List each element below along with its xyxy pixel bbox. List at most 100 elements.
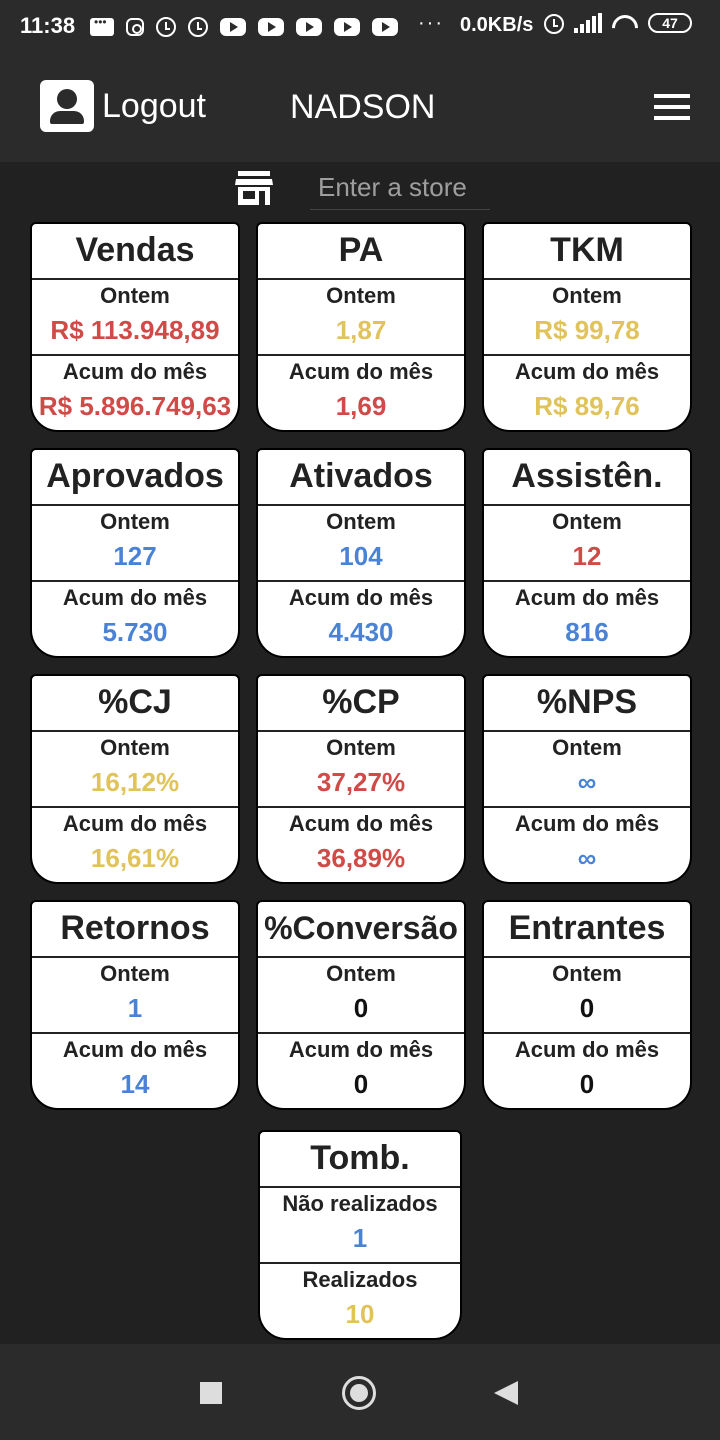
card-value-2: 1,69: [335, 391, 387, 421]
card-title: %CP: [258, 676, 464, 732]
card-label-1: Ontem: [552, 961, 622, 986]
card-value-2: 10: [345, 1299, 375, 1329]
card-label-2: Acum do mês: [258, 806, 464, 838]
card-value-1: 16,12%: [90, 767, 180, 797]
card-label-2: Acum do mês: [32, 354, 238, 386]
card-label-2: Acum do mês: [484, 1032, 690, 1064]
card-title: Entrantes: [484, 902, 690, 958]
card-value-2: R$ 89,76: [534, 391, 640, 421]
app-bar: Logout NADSON: [0, 52, 720, 162]
card-value-2: 4.430: [328, 617, 394, 647]
card-title: Aprovados: [32, 450, 238, 506]
card-value-2: 816: [565, 617, 609, 647]
metric-card: Ativados Ontem 104 Acum do mês 4.430: [256, 448, 466, 658]
battery-icon: 47: [648, 13, 692, 33]
card-value-1: 1,87: [335, 315, 387, 345]
card-label-2: Acum do mês: [258, 354, 464, 386]
card-label-2: Acum do mês: [484, 580, 690, 612]
card-value-2: R$ 5.896.749,63: [38, 391, 232, 421]
metric-card: %NPS Ontem ∞ Acum do mês ∞: [482, 674, 692, 884]
metric-card: Aprovados Ontem 127 Acum do mês 5.730: [30, 448, 240, 658]
card-title: Ativados: [258, 450, 464, 506]
card-label-2: Acum do mês: [32, 580, 238, 612]
user-name: NADSON: [290, 88, 436, 126]
metric-card: Tomb. Não realizados 1 Realizados 10: [258, 1130, 462, 1340]
account-icon: [40, 80, 94, 132]
card-label-1: Ontem: [100, 735, 170, 760]
metric-card: Assistên. Ontem 12 Acum do mês 816: [482, 448, 692, 658]
metric-card: TKM Ontem R$ 99,78 Acum do mês R$ 89,76: [482, 222, 692, 432]
youtube-icon: [258, 18, 284, 36]
card-title: %CJ: [32, 676, 238, 732]
card-value-2: 16,61%: [90, 843, 180, 873]
card-label-1: Ontem: [552, 735, 622, 760]
card-value-2: 36,89%: [316, 843, 406, 873]
card-label-1: Não realizados: [282, 1191, 438, 1216]
metric-card: %Conversão Ontem 0 Acum do mês 0: [256, 900, 466, 1110]
card-value-1: 127: [113, 541, 157, 571]
card-value-1: 104: [339, 541, 383, 571]
card-title: Assistên.: [484, 450, 690, 506]
metric-card: Vendas Ontem R$ 113.948,89 Acum do mês R…: [30, 222, 240, 432]
card-value-2: 0: [353, 1069, 369, 1099]
card-label-2: Acum do mês: [258, 580, 464, 612]
card-label-1: Ontem: [326, 509, 396, 534]
more-notifications-icon: ···: [418, 12, 444, 34]
card-label-1: Ontem: [326, 961, 396, 986]
youtube-icon: [372, 18, 398, 36]
back-icon[interactable]: [494, 1381, 518, 1405]
card-value-2: 14: [120, 1069, 150, 1099]
home-icon[interactable]: [342, 1376, 376, 1410]
card-title: %NPS: [484, 676, 690, 732]
notification-icons: [90, 14, 398, 38]
logout-button[interactable]: Logout: [40, 80, 206, 132]
recent-apps-icon[interactable]: [200, 1382, 222, 1404]
card-value-2: 5.730: [102, 617, 168, 647]
card-title: %Conversão: [258, 902, 464, 958]
alarm-icon: [544, 14, 564, 34]
status-bar: 11:38 ··· 0.0KB/s 47: [0, 0, 720, 52]
hamburger-menu-icon[interactable]: [654, 94, 690, 120]
card-label-2: Acum do mês: [258, 1032, 464, 1064]
card-label-2: Acum do mês: [484, 806, 690, 838]
card-label-1: Ontem: [552, 509, 622, 534]
card-label-1: Ontem: [326, 735, 396, 760]
metric-card: %CP Ontem 37,27% Acum do mês 36,89%: [256, 674, 466, 884]
instagram-icon: [126, 18, 144, 36]
network-speed: 0.0KB/s: [460, 14, 534, 36]
card-label-1: Ontem: [326, 283, 396, 308]
alarm-icon: [156, 17, 176, 37]
metric-card: Retornos Ontem 1 Acum do mês 14: [30, 900, 240, 1110]
card-label-1: Ontem: [100, 283, 170, 308]
card-title: Retornos: [32, 902, 238, 958]
wifi-icon: [612, 13, 638, 33]
youtube-icon: [220, 18, 246, 36]
signal-icon: [574, 13, 602, 33]
card-value-1: ∞: [577, 767, 597, 797]
metric-card: Entrantes Ontem 0 Acum do mês 0: [482, 900, 692, 1110]
card-title: TKM: [484, 224, 690, 280]
store-search-input[interactable]: [310, 166, 490, 210]
metric-card: %CJ Ontem 16,12% Acum do mês 16,61%: [30, 674, 240, 884]
card-value-1: 37,27%: [316, 767, 406, 797]
card-value-1: 12: [572, 541, 602, 571]
status-time: 11:38: [20, 13, 76, 38]
card-label-1: Ontem: [100, 961, 170, 986]
card-label-1: Ontem: [552, 283, 622, 308]
card-label-1: Ontem: [100, 509, 170, 534]
card-value-1: 0: [353, 993, 369, 1023]
logout-label: Logout: [102, 86, 206, 125]
card-value-1: 1: [127, 993, 143, 1023]
card-label-2: Realizados: [260, 1262, 460, 1294]
message-icon: [90, 15, 114, 36]
card-label-2: Acum do mês: [32, 1032, 238, 1064]
card-value-1: R$ 113.948,89: [50, 315, 220, 345]
metric-card: PA Ontem 1,87 Acum do mês 1,69: [256, 222, 466, 432]
card-value-1: 0: [579, 993, 595, 1023]
youtube-icon: [296, 18, 322, 36]
card-value-1: 1: [352, 1223, 368, 1253]
card-value-2: 0: [579, 1069, 595, 1099]
card-value-1: R$ 99,78: [534, 315, 640, 345]
store-icon: [235, 171, 273, 205]
system-icons: 47: [544, 12, 692, 34]
